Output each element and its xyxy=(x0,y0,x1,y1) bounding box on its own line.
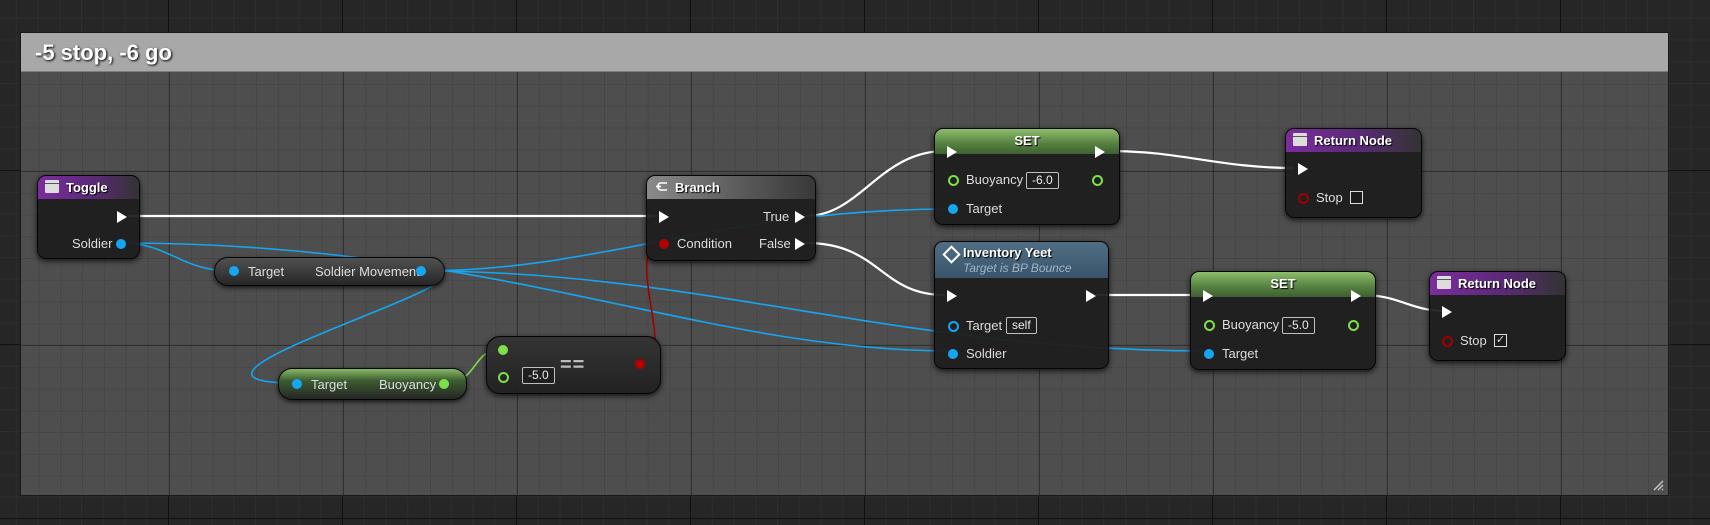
b-value-field[interactable]: -5.0 xyxy=(522,367,555,384)
exec-in-pin[interactable] xyxy=(659,211,669,223)
event-diamond-icon xyxy=(942,245,961,264)
function-icon xyxy=(1437,276,1451,289)
set-title: SET xyxy=(1270,276,1296,291)
stop-label: Stop xyxy=(1460,333,1487,348)
exec-out-pin[interactable] xyxy=(1095,146,1105,158)
buoyancy-out-pin[interactable] xyxy=(1092,175,1103,186)
function-icon xyxy=(45,180,59,193)
inventory-yeet-subtitle: Target is BP Bounce xyxy=(963,261,1072,275)
stop-in-pin[interactable] xyxy=(1442,336,1453,347)
inventory-yeet-title: Inventory Yeet xyxy=(963,245,1052,260)
stop-label: Stop xyxy=(1316,190,1343,205)
branch-node[interactable]: Branch True Condition False xyxy=(646,175,816,261)
return-header[interactable]: Return Node xyxy=(1286,129,1421,152)
return-title: Return Node xyxy=(1314,133,1392,148)
false-label: False xyxy=(759,236,791,251)
target-in-pin[interactable] xyxy=(292,379,302,389)
set-buoyancy-node-bottom[interactable]: SET Buoyancy -5.0 Target xyxy=(1190,271,1376,370)
soldier-movement-label: Soldier Movement xyxy=(315,264,420,279)
exec-in-pin[interactable] xyxy=(1203,290,1213,302)
toggle-node[interactable]: Toggle Soldier xyxy=(37,175,140,259)
set-header[interactable]: SET xyxy=(935,129,1119,154)
exec-out-pin[interactable] xyxy=(1351,290,1361,302)
comment-header[interactable]: -5 stop, -6 go xyxy=(21,33,1668,72)
target-label: Target xyxy=(966,318,1003,333)
return-node-bottom[interactable]: Return Node Stop ✓ xyxy=(1429,271,1566,361)
function-icon xyxy=(1293,133,1307,146)
stop-checkbox[interactable]: ✓ xyxy=(1494,334,1507,347)
inventory-yeet-node[interactable]: Inventory Yeet Target is BP Bounce Targe… xyxy=(934,241,1109,369)
result-out-pin[interactable] xyxy=(635,359,645,369)
inventory-yeet-header[interactable]: Inventory Yeet Target is BP Bounce xyxy=(935,242,1108,278)
target-label: Target xyxy=(1222,346,1259,361)
exec-in-pin[interactable] xyxy=(947,290,957,302)
return-node-top[interactable]: Return Node Stop xyxy=(1285,128,1422,218)
exec-in-pin[interactable] xyxy=(947,146,957,158)
soldier-label: Soldier xyxy=(966,346,1007,361)
set-title: SET xyxy=(1014,133,1040,148)
branch-icon xyxy=(656,182,667,191)
buoyancy-label: Buoyancy xyxy=(379,377,437,392)
get-soldier-movement-node[interactable]: Target Soldier Movement xyxy=(214,257,445,286)
buoyancy-in-pin[interactable] xyxy=(948,175,959,186)
exec-out-pin[interactable] xyxy=(1086,290,1096,302)
get-buoyancy-node[interactable]: Target Buoyancy xyxy=(278,368,467,400)
true-label: True xyxy=(763,209,790,224)
target-label: Target xyxy=(248,264,285,279)
soldier-in-pin[interactable] xyxy=(948,349,958,359)
target-label: Target xyxy=(311,377,348,392)
return-title: Return Node xyxy=(1458,276,1536,291)
buoyancy-value-field[interactable]: -6.0 xyxy=(1026,172,1059,189)
branch-header[interactable]: Branch xyxy=(647,176,815,199)
stop-checkbox[interactable] xyxy=(1350,191,1363,204)
toggle-title: Toggle xyxy=(66,180,108,195)
buoyancy-label: Buoyancy xyxy=(1222,317,1280,332)
b-in-pin[interactable] xyxy=(498,372,509,383)
stop-in-pin[interactable] xyxy=(1298,193,1309,204)
exec-in-pin[interactable] xyxy=(1442,306,1452,318)
buoyancy-in-pin[interactable] xyxy=(1204,320,1215,331)
set-header[interactable]: SET xyxy=(1191,272,1375,297)
exec-in-pin[interactable] xyxy=(1298,163,1308,175)
equal-node[interactable]: -5.0 == xyxy=(486,336,661,394)
return-header[interactable]: Return Node xyxy=(1430,272,1565,295)
exec-out-pin[interactable] xyxy=(117,211,127,223)
equal-symbol: == xyxy=(560,354,586,376)
condition-label: Condition xyxy=(677,236,732,251)
soldier-label: Soldier xyxy=(72,236,113,251)
target-in-pin[interactable] xyxy=(1204,349,1214,359)
false-out-pin[interactable] xyxy=(795,238,805,250)
buoyancy-out-pin[interactable] xyxy=(439,379,449,389)
comment-title: -5 stop, -6 go xyxy=(35,40,172,65)
target-self-field[interactable]: self xyxy=(1006,317,1037,334)
soldier-movement-out-pin[interactable] xyxy=(416,266,426,276)
buoyancy-label: Buoyancy xyxy=(966,172,1024,187)
branch-title: Branch xyxy=(675,180,720,195)
resize-handle-icon[interactable] xyxy=(1652,479,1664,491)
buoyancy-out-pin[interactable] xyxy=(1348,320,1359,331)
true-out-pin[interactable] xyxy=(795,211,805,223)
condition-in-pin[interactable] xyxy=(659,239,669,249)
target-label: Target xyxy=(966,201,1003,216)
a-in-pin[interactable] xyxy=(498,345,508,355)
target-in-pin[interactable] xyxy=(229,266,239,276)
set-buoyancy-node-top[interactable]: SET Buoyancy -6.0 Target xyxy=(934,128,1120,225)
buoyancy-value-field[interactable]: -5.0 xyxy=(1282,317,1315,334)
target-in-pin[interactable] xyxy=(948,204,958,214)
toggle-header[interactable]: Toggle xyxy=(38,176,139,199)
soldier-out-pin[interactable] xyxy=(116,239,126,249)
target-in-pin[interactable] xyxy=(948,321,959,332)
